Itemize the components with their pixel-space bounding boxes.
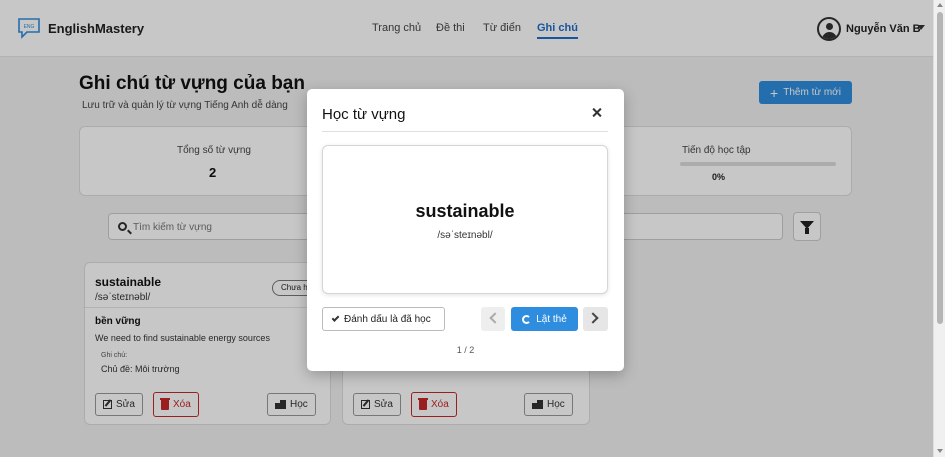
flashcard-modal: Học từ vựng sustainable /səˈsteɪnəbl/ Đá… xyxy=(307,89,624,371)
next-card-button[interactable] xyxy=(583,307,608,331)
scroll-down-icon[interactable] xyxy=(937,449,943,453)
previous-card-button[interactable] xyxy=(481,307,505,331)
modal-title: Học từ vựng xyxy=(322,106,406,123)
flip-card-button[interactable]: Lật thẻ xyxy=(511,307,578,331)
mark-learned-button[interactable]: Đánh dấu là đã học xyxy=(322,307,445,331)
card-pager: 1 / 2 xyxy=(456,345,475,355)
sync-icon xyxy=(522,314,532,324)
flashcard[interactable]: sustainable /səˈsteɪnəbl/ xyxy=(322,145,608,294)
scrollbar-thumb[interactable] xyxy=(937,12,943,324)
check-icon xyxy=(331,313,340,322)
scrollbar[interactable] xyxy=(933,0,945,457)
chevron-right-icon xyxy=(587,312,599,324)
flashcard-word: sustainable xyxy=(415,201,515,221)
close-icon[interactable] xyxy=(589,105,605,121)
scroll-up-icon[interactable] xyxy=(937,3,943,7)
mark-learned-label: Đánh dấu là đã học xyxy=(344,313,431,325)
divider xyxy=(322,131,608,132)
chevron-left-icon xyxy=(489,312,501,324)
flip-card-label: Lật thẻ xyxy=(536,313,567,325)
flashcard-ipa: /səˈsteɪnəbl/ xyxy=(437,230,493,241)
